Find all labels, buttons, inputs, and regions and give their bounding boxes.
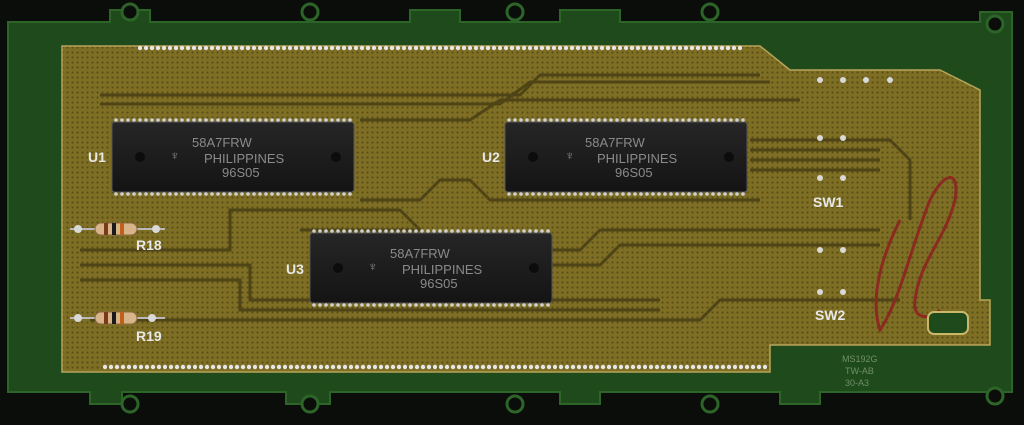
chip-u2-line1: 58A7FRW bbox=[585, 135, 645, 150]
marking-line1: MS192G bbox=[842, 354, 878, 364]
label-r18: R18 bbox=[136, 237, 162, 253]
chip-u3-line3: 96S05 bbox=[420, 276, 458, 291]
chip-u3-line1: 58A7FRW bbox=[390, 246, 450, 261]
chip-u1: 58A7FRW PHILIPPINES 96S05 ♆ bbox=[111, 121, 355, 193]
board-slot bbox=[927, 311, 969, 335]
chip-u1-line3: 96S05 bbox=[222, 165, 260, 180]
chip-u2-line3: 96S05 bbox=[615, 165, 653, 180]
marking-line3: 30-A3 bbox=[845, 378, 869, 388]
ti-logo-icon: ♆ bbox=[368, 259, 378, 274]
label-u2: U2 bbox=[482, 149, 500, 165]
chip-u2-line2: PHILIPPINES bbox=[597, 151, 678, 166]
chip-u2: 58A7FRW PHILIPPINES 96S05 ♆ bbox=[504, 121, 748, 193]
chip-u3-line2: PHILIPPINES bbox=[402, 262, 483, 277]
chip-u3: 58A7FRW PHILIPPINES 96S05 ♆ bbox=[309, 232, 553, 304]
label-u3: U3 bbox=[286, 261, 304, 277]
label-u1: U1 bbox=[88, 149, 106, 165]
pcb-photo: 58A7FRW PHILIPPINES 96S05 ♆ 58A7FRW PHIL… bbox=[0, 0, 1024, 420]
label-r19: R19 bbox=[136, 328, 162, 344]
ti-logo-icon: ♆ bbox=[565, 148, 575, 163]
marking-line2: TW-AB bbox=[845, 366, 874, 376]
label-sw1: SW1 bbox=[813, 194, 844, 210]
label-sw2: SW2 bbox=[815, 307, 846, 323]
ti-logo-icon: ♆ bbox=[170, 148, 180, 163]
chip-u1-line1: 58A7FRW bbox=[192, 135, 252, 150]
chip-u1-line2: PHILIPPINES bbox=[204, 151, 285, 166]
